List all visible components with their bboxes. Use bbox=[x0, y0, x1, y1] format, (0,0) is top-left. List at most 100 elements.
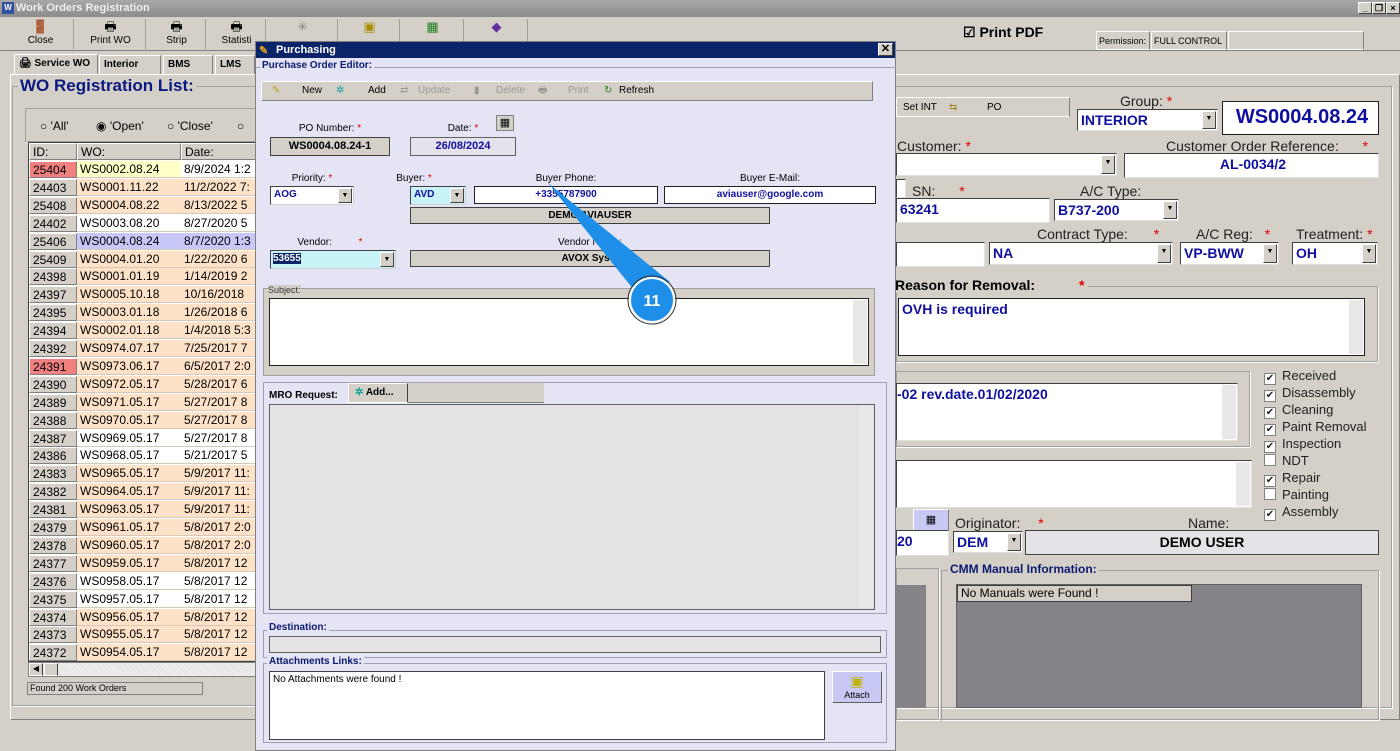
row-date-cell[interactable]: 5/8/2017 12 bbox=[181, 554, 257, 572]
row-wo-cell[interactable]: WS0001.11.22 bbox=[77, 178, 181, 196]
row-date-cell[interactable]: 8/13/2022 5 bbox=[181, 196, 257, 214]
horizontal-scrollbar[interactable]: ◀ bbox=[28, 662, 258, 677]
row-wo-cell[interactable]: WS0004.01.20 bbox=[77, 250, 181, 268]
row-id-cell[interactable]: 24389 bbox=[29, 393, 77, 411]
sn-input[interactable]: 63241 bbox=[896, 198, 1050, 223]
filter-open-radio[interactable]: ◉ 'Open' bbox=[96, 119, 144, 133]
row-wo-cell[interactable]: WS0970.05.17 bbox=[77, 411, 181, 429]
checkbox-paint-removal[interactable]: ✔ Paint Removal bbox=[1264, 418, 1367, 436]
row-id-cell[interactable]: 24372 bbox=[29, 644, 77, 661]
row-date-cell[interactable]: 10/16/2018 bbox=[181, 286, 257, 304]
tab-bms-wo[interactable]: BMS WO bbox=[163, 55, 213, 88]
ac-type-select[interactable]: B737-200 ▼ bbox=[1054, 199, 1179, 221]
row-wo-cell[interactable]: WS0972.05.17 bbox=[77, 375, 181, 393]
row-date-cell[interactable]: 5/8/2017 2:0 bbox=[181, 536, 257, 554]
row-date-cell[interactable]: 5/9/2017 11: bbox=[181, 483, 257, 501]
print-button[interactable]: Print bbox=[568, 82, 589, 100]
originator-select[interactable]: DEM ▼ bbox=[953, 531, 1023, 553]
row-wo-cell[interactable]: WS0956.05.17 bbox=[77, 608, 181, 626]
row-date-cell[interactable]: 1/26/2018 6 bbox=[181, 304, 257, 322]
row-date-cell[interactable]: 5/8/2017 12 bbox=[181, 572, 257, 590]
vendor-select[interactable]: 53655 ▼ bbox=[270, 250, 396, 269]
row-date-cell[interactable]: 1/22/2020 6 bbox=[181, 250, 257, 268]
row-wo-cell[interactable]: WS0958.05.17 bbox=[77, 572, 181, 590]
row-date-cell[interactable]: 5/21/2017 5 bbox=[181, 447, 257, 465]
cust-ref-input[interactable]: AL-0034/2 bbox=[1124, 153, 1379, 178]
treatment-select[interactable]: OH ▼ bbox=[1292, 242, 1378, 265]
ac-reg-select[interactable]: VP-BWW ▼ bbox=[1180, 242, 1279, 265]
chevron-down-icon[interactable]: ▼ bbox=[1101, 155, 1115, 174]
row-wo-cell[interactable]: WS0971.05.17 bbox=[77, 393, 181, 411]
row-id-cell[interactable]: 24373 bbox=[29, 626, 77, 644]
vertical-scrollbar[interactable] bbox=[1236, 462, 1250, 506]
vertical-scrollbar[interactable] bbox=[1349, 300, 1363, 354]
row-id-cell[interactable]: 24395 bbox=[29, 304, 77, 322]
row-wo-cell[interactable]: WS0003.01.18 bbox=[77, 304, 181, 322]
row-id-cell[interactable]: 24394 bbox=[29, 322, 77, 340]
checkbox-repair[interactable]: ✔ Repair bbox=[1264, 469, 1367, 487]
column-header-wo[interactable]: WO: bbox=[77, 143, 181, 160]
subject-textarea[interactable] bbox=[269, 298, 869, 366]
buyer-email-input[interactable]: aviauser@google.com bbox=[664, 186, 876, 204]
row-wo-cell[interactable]: WS0004.08.22 bbox=[77, 196, 181, 214]
chevron-down-icon[interactable]: ▼ bbox=[380, 252, 394, 267]
row-id-cell[interactable]: 25406 bbox=[29, 232, 77, 250]
customer-select[interactable]: ▼ bbox=[896, 153, 1117, 176]
row-wo-cell[interactable]: WS0002.08.24 bbox=[77, 161, 181, 178]
chevron-down-icon[interactable]: ▼ bbox=[450, 188, 464, 203]
row-date-cell[interactable]: 8/7/2020 1:3 bbox=[181, 232, 257, 250]
checkbox-disassembly[interactable]: ✔ Disassembly bbox=[1264, 384, 1367, 402]
po-date-field[interactable]: 26/08/2024 bbox=[410, 137, 516, 156]
row-date-cell[interactable]: 5/8/2017 2:0 bbox=[181, 519, 257, 536]
chevron-down-icon[interactable]: ▼ bbox=[1163, 201, 1177, 219]
row-id-cell[interactable]: 25408 bbox=[29, 196, 77, 214]
row-date-cell[interactable]: 5/28/2017 6 bbox=[181, 375, 257, 393]
row-wo-cell[interactable]: WS0957.05.17 bbox=[77, 590, 181, 608]
filter-close-radio[interactable]: ○ 'Close' bbox=[167, 119, 213, 133]
chevron-down-icon[interactable]: ▼ bbox=[1157, 244, 1171, 263]
row-date-cell[interactable]: 5/8/2017 12 bbox=[181, 590, 257, 608]
column-header-date[interactable]: Date: bbox=[181, 143, 257, 160]
contract-select[interactable]: NA ▼ bbox=[989, 242, 1173, 265]
checkbox-painting[interactable]: Painting bbox=[1264, 486, 1367, 503]
tab-service-wo[interactable]: 🖨 Service WO bbox=[14, 54, 98, 74]
row-wo-cell[interactable]: WS0959.05.17 bbox=[77, 554, 181, 572]
row-wo-cell[interactable]: WS0003.08.20 bbox=[77, 214, 181, 232]
buyer-phone-input[interactable]: +3355787900 bbox=[474, 186, 658, 204]
row-date-cell[interactable]: 5/27/2017 8 bbox=[181, 393, 257, 411]
calendar-button[interactable]: ▦ bbox=[913, 509, 949, 531]
scroll-thumb[interactable] bbox=[44, 663, 58, 676]
row-date-cell[interactable]: 5/8/2017 12 bbox=[181, 608, 257, 626]
row-wo-cell[interactable]: WS0960.05.17 bbox=[77, 536, 181, 554]
vertical-scrollbar[interactable] bbox=[1222, 385, 1236, 439]
row-date-cell[interactable]: 5/9/2017 11: bbox=[181, 465, 257, 483]
row-wo-cell[interactable]: WS0973.06.17 bbox=[77, 357, 181, 375]
row-id-cell[interactable]: 24391 bbox=[29, 357, 77, 375]
row-date-cell[interactable]: 5/27/2017 8 bbox=[181, 429, 257, 447]
row-date-cell[interactable]: 11/2/2022 7: bbox=[181, 178, 257, 196]
row-date-cell[interactable]: 5/27/2017 8 bbox=[181, 411, 257, 429]
refresh-button[interactable]: Refresh bbox=[619, 82, 654, 100]
reason-textarea[interactable]: OVH is required bbox=[898, 298, 1365, 356]
delete-button[interactable]: Delete bbox=[496, 82, 525, 100]
buyer-select[interactable]: AVD ▼ bbox=[410, 186, 466, 205]
print-wo-button[interactable]: 🖶 Print WO bbox=[76, 19, 146, 49]
row-wo-cell[interactable]: WS0963.05.17 bbox=[77, 501, 181, 519]
row-wo-cell[interactable]: WS0965.05.17 bbox=[77, 465, 181, 483]
row-date-cell[interactable]: 6/5/2017 2:0 bbox=[181, 357, 257, 375]
remarks-textarea[interactable] bbox=[896, 460, 1252, 508]
row-date-cell[interactable]: 8/9/2024 1:2 bbox=[181, 161, 257, 178]
new-button[interactable]: New bbox=[302, 82, 322, 100]
minimize-button[interactable]: _ bbox=[1358, 2, 1372, 14]
po-button[interactable]: PO bbox=[987, 98, 1001, 117]
row-wo-cell[interactable]: WS0964.05.17 bbox=[77, 483, 181, 501]
tab-interior-wo[interactable]: Interior WO bbox=[99, 55, 161, 88]
row-wo-cell[interactable]: WS0004.08.24 bbox=[77, 232, 181, 250]
row-wo-cell[interactable]: WS0001.01.19 bbox=[77, 268, 181, 286]
row-id-cell[interactable]: 24383 bbox=[29, 465, 77, 483]
checkbox-ndt[interactable]: NDT bbox=[1264, 452, 1367, 469]
dialog-close-button[interactable]: ✕ bbox=[878, 43, 893, 56]
row-id-cell[interactable]: 24379 bbox=[29, 519, 77, 536]
row-wo-cell[interactable]: WS0974.07.17 bbox=[77, 340, 181, 357]
row-id-cell[interactable]: 24397 bbox=[29, 286, 77, 304]
